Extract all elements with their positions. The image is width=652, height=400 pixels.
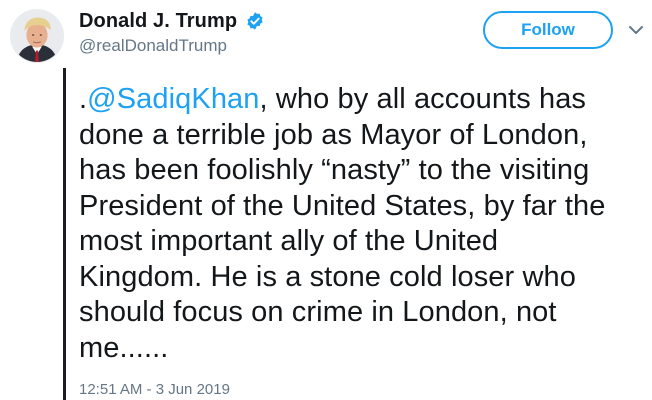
- tweet-line-1: .@SadiqKhan, who by all accounts has: [79, 82, 645, 118]
- tweet-line-7: should focus on crime in London, not: [79, 296, 557, 328]
- avatar[interactable]: [10, 9, 64, 63]
- tweet-line-6: Kingdom. He is a stone cold loser who: [79, 260, 576, 293]
- tweet-line-8: me......: [79, 331, 169, 364]
- tweet-line-5: most important ally of the United: [79, 225, 499, 257]
- text-prefix: .: [79, 83, 88, 115]
- thread-line: [63, 68, 66, 400]
- tweet-line-4: President of the United States, by far t…: [79, 189, 606, 222]
- tweet-line-1-rest: , who by all accounts has: [259, 83, 587, 115]
- tweet-line-3: has been foolishly “nasty” to the visiti…: [79, 154, 590, 186]
- profile-photo-icon: [11, 10, 63, 62]
- tweet-timestamp[interactable]: 12:51 AM - 3 Jun 2019: [79, 381, 230, 399]
- mention-link[interactable]: @SadiqKhan: [87, 83, 259, 115]
- author-display-name[interactable]: Donald J. Trump: [79, 9, 237, 33]
- tweet-line-2: done a terrible job as Mayor of London,: [79, 118, 588, 151]
- chevron-down-icon[interactable]: [627, 23, 645, 37]
- verified-badge-icon: [245, 11, 265, 31]
- tweet-text: .@SadiqKhan, who by all accounts has don…: [79, 82, 645, 366]
- follow-button[interactable]: Follow: [483, 11, 613, 49]
